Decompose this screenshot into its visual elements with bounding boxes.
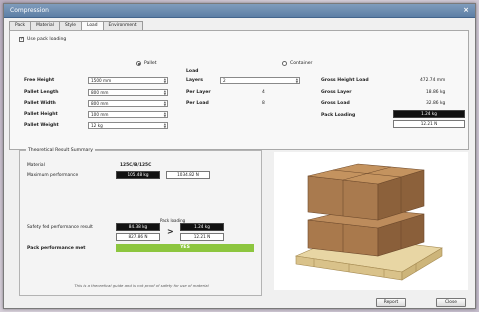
layers-value: 2	[223, 78, 226, 83]
pallet-weight-label: Pallet Weight	[24, 123, 59, 128]
tab-environment[interactable]: Environment	[102, 21, 143, 30]
gross-load-value: 32.86 kg	[426, 101, 446, 106]
pack-performance-label: Pack performance met	[27, 246, 86, 251]
close-button[interactable]: Close	[436, 298, 466, 307]
free-height-value: 1500 mm	[91, 78, 112, 83]
max-performance-label: Maximum performance	[27, 173, 79, 178]
load-tab-panel: Use pack loading Pallet Container Free H…	[9, 30, 469, 150]
pallet-weight-value: 12 kg	[91, 123, 103, 128]
pallet-length-label: Pallet Length	[24, 90, 59, 95]
safety-performance-label: Safety fed performance result	[27, 225, 93, 230]
window-title: Compression	[10, 7, 49, 14]
safety-performance-n-box: 827.86 N	[116, 233, 160, 241]
tab-strip: Pack Material Style Load Environment	[9, 21, 143, 31]
pallet-weight-input[interactable]: 12 kg ▲ ▼	[88, 122, 168, 129]
max-performance-kg-box: 105.48 kg	[116, 171, 160, 179]
pallet-radio-row[interactable]: Pallet	[136, 61, 157, 66]
pallet-height-label: Pallet Height	[24, 112, 58, 117]
per-layer-value: 4	[262, 90, 265, 95]
spinner-icon[interactable]: ▲ ▼	[296, 78, 298, 84]
gross-layer-value: 18.86 kg	[426, 90, 446, 95]
pack-loading-label: Pack Loading	[321, 113, 356, 118]
spinner-icon[interactable]: ▲ ▼	[164, 101, 166, 107]
spinner-icon[interactable]: ▲ ▼	[164, 90, 166, 96]
gross-load-label: Gross Load	[321, 101, 350, 106]
gross-layer-label: Gross Layer	[321, 90, 352, 95]
pallet-3d-view[interactable]	[274, 152, 468, 290]
pallet-width-label: Pallet Width	[24, 101, 56, 106]
pack-loading-n-box: 12.21 N	[393, 120, 465, 128]
per-load-value: 8	[262, 101, 265, 106]
result-summary-title: Theoretical Result Summary	[26, 148, 95, 153]
free-height-input[interactable]: 1500 mm ▲ ▼	[88, 77, 168, 84]
close-icon[interactable]: ×	[463, 6, 469, 14]
pallet-height-input[interactable]: 100 mm ▲ ▼	[88, 111, 168, 118]
gross-height-load-label: Gross Height Load	[321, 78, 369, 83]
tab-material[interactable]: Material	[30, 21, 60, 30]
tab-style[interactable]: Style	[58, 21, 82, 30]
spinner-icon[interactable]: ▲ ▼	[164, 112, 166, 118]
max-performance-n-box: 1034.82 N	[166, 171, 210, 179]
pallet-length-input[interactable]: 800 mm ▲ ▼	[88, 89, 168, 96]
compression-dialog: Compression × Pack Material Style Load E…	[3, 3, 476, 309]
per-layer-label: Per Layer	[186, 90, 211, 95]
use-pack-loading-checkbox[interactable]	[19, 36, 24, 42]
container-radio-row[interactable]: Container	[282, 61, 312, 66]
pallet-width-value: 800 mm	[91, 101, 109, 106]
title-bar[interactable]: Compression ×	[4, 4, 475, 18]
pack-loading-n-result-box: 12.21 N	[180, 233, 224, 241]
pallet-height-value: 100 mm	[91, 112, 109, 117]
material-label: Material	[27, 163, 45, 168]
load-heading: Load	[186, 69, 199, 74]
disclaimer-note: This is a theoretical guide and is not p…	[74, 283, 209, 288]
pack-loading-kg-result-box: 1.24 kg	[180, 223, 224, 231]
safety-performance-kg-box: 84.38 kg	[116, 223, 160, 231]
free-height-label: Free Height	[24, 78, 55, 83]
greater-than-symbol: >	[167, 227, 174, 236]
gross-height-load-value: 472.74 mm	[420, 78, 446, 83]
pallet-radio-label: Pallet	[144, 61, 157, 66]
tab-pack[interactable]: Pack	[9, 21, 32, 30]
layers-label: Layers	[186, 78, 203, 83]
pallet-boxes-illustration	[294, 163, 443, 281]
material-value: 125C/B/125C	[120, 163, 152, 168]
pallet-radio[interactable]	[136, 61, 141, 66]
result-summary-group: Theoretical Result Summary Material 125C…	[19, 148, 262, 296]
container-radio[interactable]	[282, 61, 287, 66]
spinner-icon[interactable]: ▲ ▼	[164, 78, 166, 84]
spinner-icon[interactable]: ▲ ▼	[164, 123, 166, 129]
report-button[interactable]: Report	[376, 298, 406, 307]
use-pack-loading-label: Use pack loading	[27, 37, 67, 42]
pack-loading-kg-box: 1.24 kg	[393, 110, 465, 118]
layers-input[interactable]: 2 ▲ ▼	[220, 77, 300, 84]
pallet-width-input[interactable]: 800 mm ▲ ▼	[88, 100, 168, 107]
container-radio-label: Container	[290, 61, 313, 66]
pallet-length-value: 800 mm	[91, 90, 109, 95]
pack-performance-status: YES	[116, 244, 254, 252]
per-load-label: Per Load	[186, 101, 209, 106]
use-pack-loading-row[interactable]: Use pack loading	[19, 36, 67, 42]
